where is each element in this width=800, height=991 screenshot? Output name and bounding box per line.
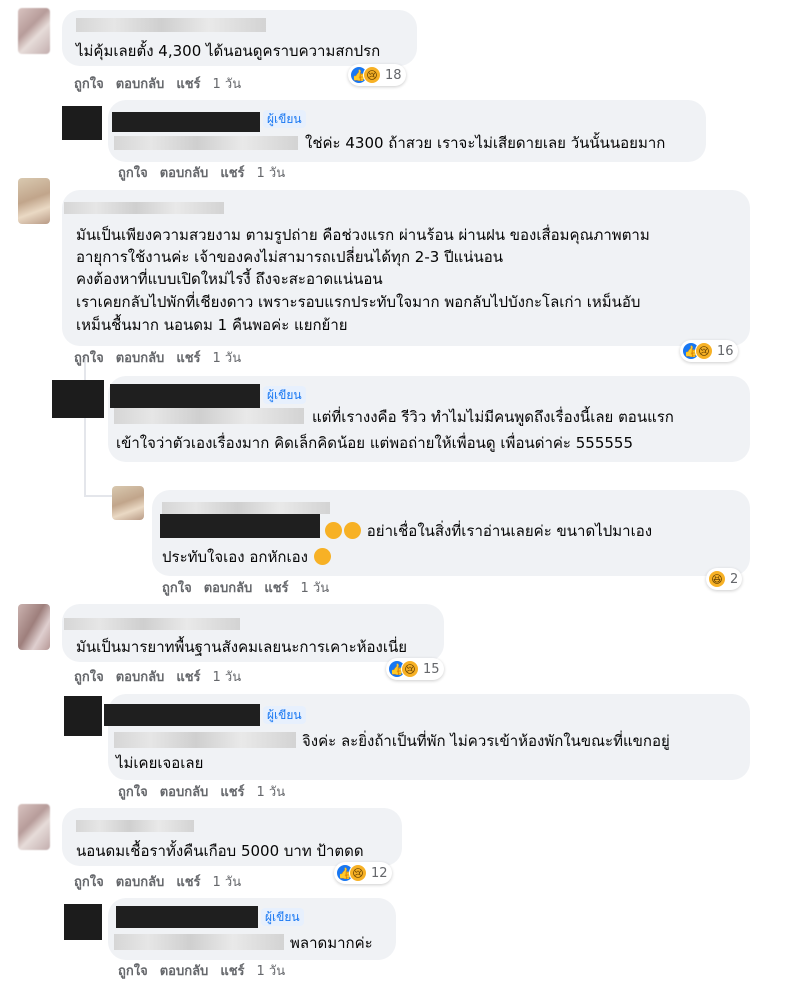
avatar[interactable] [62,106,102,140]
redacted-text [114,408,304,424]
redacted-name [110,384,260,408]
comment-text: นอนดมเชื้อราทั้งคืนเกือบ 5000 บาท ป้าตดด [76,842,364,860]
comment-text-line: ประทับใจเอง อกหักเอง [162,546,332,569]
thread-line [84,355,86,495]
comment-text: พลาดมากค่ะ [290,934,373,952]
timestamp[interactable]: 1 วัน [213,669,242,687]
reply-button[interactable]: ตอบกลับ [160,963,209,981]
redacted-name [160,514,320,538]
haha-icon: 😆 [708,570,726,588]
commenter-name[interactable] [76,18,266,32]
reply-button[interactable]: ตอบกลับ [116,874,165,892]
timestamp[interactable]: 1 วัน [257,784,286,802]
reaction-summary[interactable]: 👍 😢 15 [386,658,444,680]
avatar[interactable] [18,604,50,650]
reply-button[interactable]: ตอบกลับ [116,350,165,368]
comment-text-line: อายุการใช้งานค่ะ เจ้าของคงไม่สามารถเปลี่… [76,248,504,266]
timestamp[interactable]: 1 วัน [213,350,242,368]
comment-text-line: แต่ที่เรางงคือ รีวิว ทำไมไม่มีคนพูดถึงเร… [312,408,674,426]
like-button[interactable]: ถูกใจ [118,165,148,183]
redacted-text [114,136,298,150]
comment-text-line: คงต้องหาที่แบบเปิดใหม่ไรงี้ ถึงจะสะอาดแน… [76,270,383,288]
comment-text-line: จิงค่ะ ละยิ่งถ้าเป็นที่พัก ไม่ควรเข้าห้อ… [302,732,670,750]
avatar[interactable] [64,904,102,940]
tear-emoji [344,522,361,539]
author-badge: ผู้เขียน [263,706,306,724]
share-button[interactable]: แชร์ [264,580,288,598]
avatar[interactable] [64,696,102,736]
reply-button[interactable]: ตอบกลับ [160,784,209,802]
comment-text-line: มันเป็นเพียงความสวยงาม ตามรูปถ่าย คือช่ว… [76,226,650,244]
timestamp[interactable]: 1 วัน [257,963,286,981]
share-button[interactable]: แชร์ [176,76,200,94]
redacted-name [104,704,260,726]
comment-actions: ถูกใจ ตอบกลับ แชร์ 1 วัน [74,350,253,368]
author-badge: ผู้เขียน [261,908,304,926]
avatar[interactable] [18,8,50,54]
comment-text-line: เข้าใจว่าตัวเองเรื่องมาก คิดเล็กคิดน้อย … [116,434,633,452]
grin-emoji [325,522,342,539]
tired-emoji [313,548,331,565]
comment-text-line: อย่าเชื่อในสิ่งที่เราอ่านเลยค่ะ ขนาดไปมา… [324,520,652,543]
thread-line [84,495,112,497]
commenter-name[interactable] [64,618,240,630]
reply-button[interactable]: ตอบกลับ [116,669,165,687]
comment-text: ใช่ค่ะ 4300 ถ้าสวย เราจะไม่เสียดายเลย วั… [305,134,666,152]
share-button[interactable]: แชร์ [220,784,244,802]
avatar[interactable] [18,178,50,224]
sad-icon: 😢 [363,66,381,84]
reply-button[interactable]: ตอบกลับ [204,580,253,598]
like-button[interactable]: ถูกใจ [74,669,104,687]
like-button[interactable]: ถูกใจ [118,784,148,802]
reaction-summary[interactable]: 👍 😢 18 [348,64,406,86]
comment-text: ไม่คุ้มเลยตั้ง 4,300 ได้นอนดูคราบความสกป… [76,42,381,60]
timestamp[interactable]: 1 วัน [257,165,286,183]
like-button[interactable]: ถูกใจ [162,580,192,598]
avatar[interactable] [18,804,50,850]
commenter-name[interactable] [76,820,194,832]
redacted-name [112,112,260,132]
reaction-summary[interactable]: 😆 2 [706,568,743,590]
comment-text-line: เหม็นชื้นมาก นอนดม 1 คืนพอค่ะ แยกย้าย [76,316,348,334]
sad-icon: 😢 [695,342,713,360]
reaction-summary[interactable]: 👍 😢 16 [680,340,738,362]
reaction-summary[interactable]: 👍 😢 12 [334,862,392,884]
timestamp[interactable]: 1 วัน [213,76,242,94]
comment-text-line: เราเคยกลับไปพักที่เชียงดาว เพราะรอบแรกปร… [76,293,641,311]
comment-actions: ถูกใจ ตอบกลับ แชร์ 1 วัน [74,874,253,892]
comment-text-line: ไม่เคยเจอเลย [116,754,204,772]
comment-actions: ถูกใจ ตอบกลับ แชร์ 1 วัน [118,165,297,183]
share-button[interactable]: แชร์ [176,669,200,687]
timestamp[interactable]: 1 วัน [301,580,330,598]
commenter-name[interactable] [162,502,330,514]
comment-text: มันเป็นมารยาทพื้นฐานสังคมเลยนะการเคาะห้อ… [76,638,408,656]
author-badge: ผู้เขียน [263,386,306,404]
avatar[interactable] [52,380,104,418]
redacted-text [114,934,284,950]
redacted-text [114,732,296,748]
redacted-name [116,906,258,928]
sad-icon: 😢 [401,660,419,678]
sad-icon: 😢 [349,864,367,882]
comment-actions: ถูกใจ ตอบกลับ แชร์ 1 วัน [118,784,297,802]
share-button[interactable]: แชร์ [176,350,200,368]
share-button[interactable]: แชร์ [220,963,244,981]
comment-actions: ถูกใจ ตอบกลับ แชร์ 1 วัน [162,580,341,598]
comment-actions: ถูกใจ ตอบกลับ แชร์ 1 วัน [74,669,253,687]
comment-actions: ถูกใจ ตอบกลับ แชร์ 1 วัน [74,76,253,94]
commenter-name[interactable] [64,202,224,214]
share-button[interactable]: แชร์ [220,165,244,183]
like-button[interactable]: ถูกใจ [74,874,104,892]
timestamp[interactable]: 1 วัน [213,874,242,892]
like-button[interactable]: ถูกใจ [118,963,148,981]
comment-actions: ถูกใจ ตอบกลับ แชร์ 1 วัน [118,963,297,981]
like-button[interactable]: ถูกใจ [74,350,104,368]
avatar[interactable] [112,486,144,520]
author-badge: ผู้เขียน [263,110,306,128]
reply-button[interactable]: ตอบกลับ [160,165,209,183]
share-button[interactable]: แชร์ [176,874,200,892]
like-button[interactable]: ถูกใจ [74,76,104,94]
reply-button[interactable]: ตอบกลับ [116,76,165,94]
